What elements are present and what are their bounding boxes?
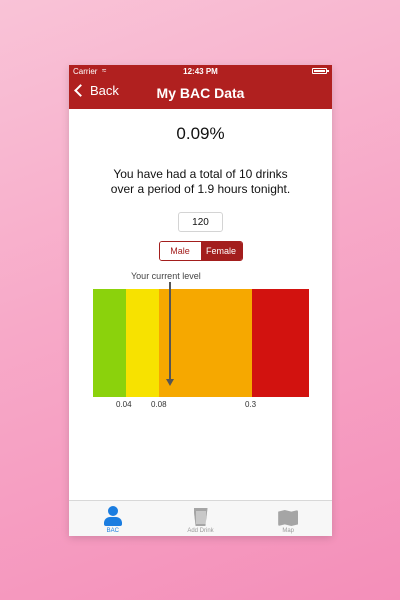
gender-segmented-control: Male Female — [158, 241, 243, 261]
weight-input[interactable] — [178, 212, 223, 232]
summary-line-2: over a period of 1.9 hours tonight. — [110, 182, 291, 196]
tab-add-drink-label: Add Drink — [187, 528, 214, 534]
tick-label: 0.04 — [116, 400, 132, 409]
tab-map-label: Map — [282, 528, 295, 534]
status-bar: Carrier ≈ 12:43 PM — [69, 65, 332, 78]
tab-add-drink[interactable]: Add Drink — [157, 501, 245, 536]
current-level-label: Your current level — [131, 271, 201, 281]
tab-bac-label: BAC — [106, 528, 119, 534]
page-title: My BAC Data — [156, 85, 245, 101]
bac-value: 0.09% — [176, 124, 225, 143]
zone-red — [252, 289, 309, 397]
tab-bac[interactable]: BAC — [69, 501, 157, 536]
arrow-down-icon — [166, 379, 174, 386]
tab-bar: BAC Add Drink Map — [69, 500, 332, 536]
drink-summary: You have had a total of 10 drinks over a… — [69, 167, 332, 197]
gender-male-option[interactable]: Male — [159, 242, 201, 260]
gender-female-option[interactable]: Female — [200, 242, 242, 260]
tick-label: 0.08 — [151, 400, 167, 409]
status-time: 12:43 PM — [183, 67, 218, 76]
cup-icon — [193, 508, 208, 526]
battery-icon — [312, 68, 329, 74]
zone-yellow — [126, 289, 159, 397]
current-level-pointer — [169, 282, 171, 382]
bac-level-chart: Your current level 0.04 0.08 0.3 — [69, 269, 332, 409]
map-icon — [278, 510, 299, 526]
navigation-bar: Back My BAC Data — [69, 78, 332, 109]
tab-map[interactable]: Map — [244, 501, 332, 536]
zone-green — [93, 289, 126, 397]
phone-screen: Carrier ≈ 12:43 PM Back My BAC Data 0.09… — [69, 65, 332, 536]
tick-label: 0.3 — [245, 400, 257, 409]
summary-line-1: You have had a total of 10 drinks — [113, 167, 288, 181]
person-icon — [103, 506, 123, 526]
